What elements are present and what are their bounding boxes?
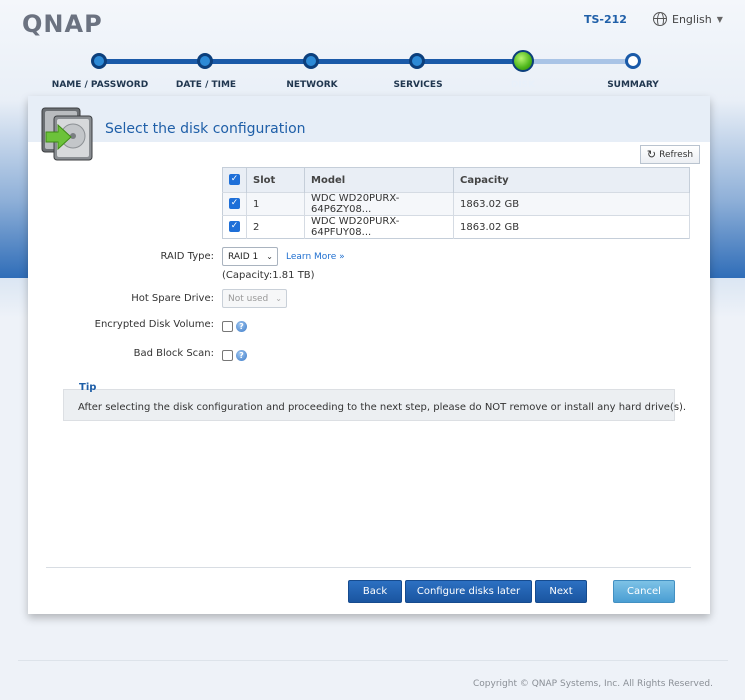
refresh-button[interactable]: ↻ Refresh bbox=[640, 145, 700, 164]
cancel-button[interactable]: Cancel bbox=[613, 580, 675, 603]
model-cell: WDC WD20PURX-64P6ZY08... bbox=[304, 192, 454, 216]
model-name: TS-212 bbox=[584, 13, 627, 26]
chevron-down-icon: ⌄ bbox=[275, 294, 282, 303]
refresh-label: Refresh bbox=[659, 149, 694, 160]
back-button[interactable]: Back bbox=[348, 580, 402, 603]
globe-icon bbox=[653, 12, 667, 26]
help-icon[interactable]: ? bbox=[236, 321, 247, 332]
caret-down-icon: ▼ bbox=[716, 14, 723, 24]
capacity-text: (Capacity:1.81 TB) bbox=[222, 270, 315, 281]
learn-more-link[interactable]: Learn More » bbox=[286, 252, 345, 262]
language-label: English bbox=[672, 12, 712, 26]
column-header-model: Model bbox=[304, 167, 454, 193]
raid-type-label: RAID Type: bbox=[160, 251, 214, 262]
qnap-logo: QNAP bbox=[22, 10, 103, 38]
language-selector[interactable]: English ▼ bbox=[653, 12, 723, 26]
step-label-summary: SUMMARY bbox=[607, 80, 659, 90]
column-header-slot: Slot bbox=[246, 167, 305, 193]
bad-block-scan-checkbox[interactable] bbox=[222, 350, 233, 361]
page-footer-line bbox=[18, 660, 728, 661]
step-dot-date-time bbox=[197, 53, 213, 69]
copyright-text: Copyright © QNAP Systems, Inc. All Right… bbox=[473, 679, 713, 689]
encrypted-volume-label: Encrypted Disk Volume: bbox=[94, 319, 214, 330]
step-label-name-password: NAME / PASSWORD bbox=[51, 80, 149, 90]
panel-title: Select the disk configuration bbox=[105, 121, 306, 137]
hot-spare-label: Hot Spare Drive: bbox=[131, 293, 214, 304]
step-dot-services bbox=[409, 53, 425, 69]
tip-title: Tip bbox=[79, 382, 97, 393]
row-checkbox[interactable]: ✓ bbox=[229, 198, 240, 210]
select-all-cell[interactable]: ✓ bbox=[222, 167, 247, 193]
help-icon[interactable]: ? bbox=[236, 350, 247, 361]
step-label-disk: DISK bbox=[510, 80, 536, 90]
slot-cell: 2 bbox=[246, 215, 305, 239]
select-all-checkbox[interactable]: ✓ bbox=[229, 174, 240, 186]
row-checkbox[interactable]: ✓ bbox=[229, 221, 240, 233]
chevron-down-icon: ⌄ bbox=[266, 252, 273, 261]
slot-cell: 1 bbox=[246, 192, 305, 216]
next-button[interactable]: Next bbox=[535, 580, 587, 603]
hot-spare-value: Not used bbox=[228, 293, 269, 304]
model-cell: WDC WD20PURX-64PFUY08... bbox=[304, 215, 454, 239]
capacity-cell: 1863.02 GB bbox=[453, 215, 690, 239]
step-dot-summary bbox=[625, 53, 641, 69]
table-row[interactable]: ✓ 2 WDC WD20PURX-64PFUY08... 1863.02 GB bbox=[222, 215, 690, 239]
column-header-capacity: Capacity bbox=[453, 167, 690, 193]
footer-divider bbox=[46, 567, 691, 568]
raid-type-value: RAID 1 bbox=[228, 251, 259, 262]
capacity-cell: 1863.02 GB bbox=[453, 192, 690, 216]
row-checkbox-cell[interactable]: ✓ bbox=[222, 215, 247, 239]
refresh-icon: ↻ bbox=[646, 148, 657, 161]
disk-config-panel: Select the disk configuration ↻ Refresh … bbox=[28, 96, 710, 614]
disk-config-icon bbox=[41, 107, 93, 161]
step-label-network: NETWORK bbox=[286, 80, 338, 90]
row-checkbox-cell[interactable]: ✓ bbox=[222, 192, 247, 216]
raid-type-select[interactable]: RAID 1 ⌄ bbox=[222, 247, 278, 266]
table-row[interactable]: ✓ 1 WDC WD20PURX-64P6ZY08... 1863.02 GB bbox=[222, 192, 690, 216]
tip-text: After selecting the disk configuration a… bbox=[78, 402, 687, 413]
hot-spare-select: Not used ⌄ bbox=[222, 289, 287, 308]
table-header-row: ✓ Slot Model Capacity bbox=[222, 167, 690, 193]
step-dot-network bbox=[303, 53, 319, 69]
encrypted-volume-checkbox[interactable] bbox=[222, 321, 233, 332]
configure-later-button[interactable]: Configure disks later bbox=[405, 580, 532, 603]
bad-block-scan-label: Bad Block Scan: bbox=[133, 348, 214, 359]
step-label-services: SERVICES bbox=[393, 80, 443, 90]
step-dot-disk bbox=[512, 50, 534, 72]
step-label-date-time: DATE / TIME bbox=[175, 80, 237, 90]
disk-table: ✓ Slot Model Capacity ✓ 1 WDC WD20PURX-6… bbox=[222, 167, 690, 239]
step-dot-name-password bbox=[91, 53, 107, 69]
